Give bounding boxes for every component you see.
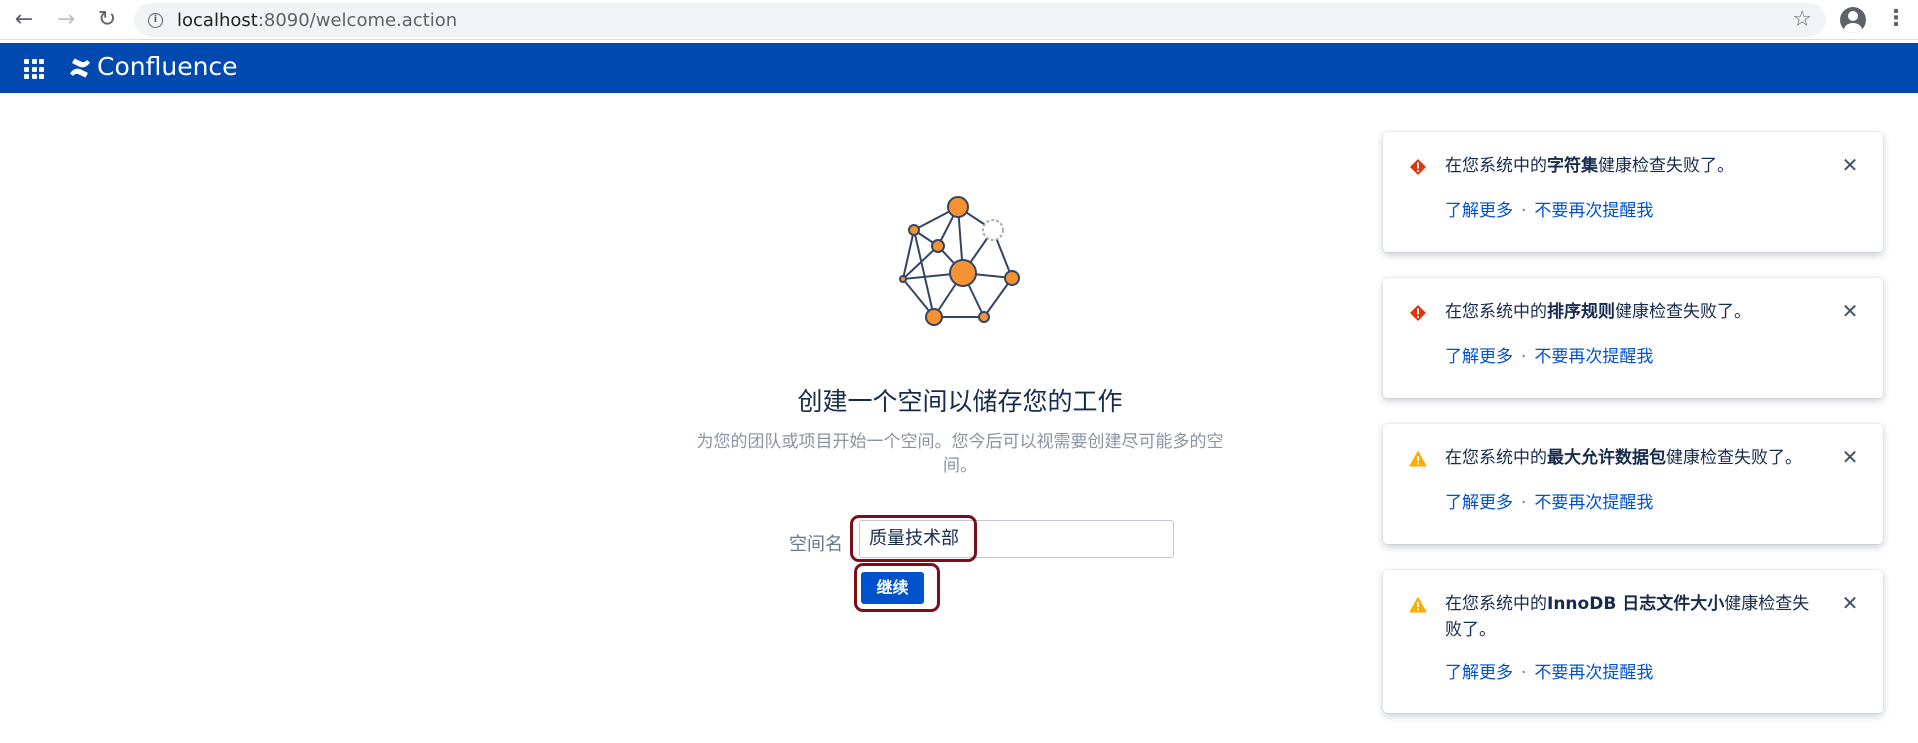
separator: · <box>1521 201 1527 221</box>
flag-message: 在您系统中的InnoDB 日志文件大小健康检查失败了。 <box>1445 594 1810 640</box>
close-icon[interactable]: ✕ <box>1839 446 1861 468</box>
app-title[interactable]: Confluence <box>97 52 238 81</box>
app-switcher-icon[interactable] <box>24 59 44 79</box>
confluence-logo-icon <box>70 58 90 78</box>
space-name-input[interactable]: 质量技术部 <box>859 520 1174 558</box>
dont-remind-link[interactable]: 不要再次提醒我 <box>1534 347 1653 367</box>
close-icon[interactable]: ✕ <box>1839 154 1861 176</box>
learn-more-link[interactable]: 了解更多 <box>1445 201 1513 221</box>
space-name-label: 空间名 <box>789 534 843 555</box>
health-check-flag: 在您系统中的InnoDB 日志文件大小健康检查失败了。 了解更多 · 不要再次提醒我… <box>1383 570 1883 713</box>
flag-actions: 了解更多 · 不要再次提醒我 <box>1445 342 1653 367</box>
dont-remind-link[interactable]: 不要再次提醒我 <box>1534 493 1653 513</box>
warning-icon <box>1409 597 1427 613</box>
flag-actions: 了解更多 · 不要再次提醒我 <box>1445 488 1653 513</box>
more-menu-icon[interactable]: ⋮ <box>1885 6 1907 34</box>
separator: · <box>1521 347 1527 367</box>
error-icon <box>1410 305 1426 321</box>
app-header: Confluence <box>0 43 1918 93</box>
flag-actions: 了解更多 · 不要再次提醒我 <box>1445 658 1653 683</box>
separator: · <box>1521 493 1527 513</box>
separator: · <box>1521 663 1527 683</box>
page-subtitle: 为您的团队或项目开始一个空间。您今后可以视需要创建尽可能多的空间。 <box>696 432 1224 476</box>
url-text[interactable]: localhost:8090/welcome.action <box>177 10 457 31</box>
flag-actions: 了解更多 · 不要再次提醒我 <box>1445 196 1653 221</box>
health-check-flag: 在您系统中的最大允许数据包健康检查失败了。 了解更多 · 不要再次提醒我 ✕ <box>1383 424 1883 544</box>
reload-icon[interactable]: ↻ <box>93 6 121 34</box>
star-icon[interactable]: ☆ <box>1792 7 1812 32</box>
learn-more-link[interactable]: 了解更多 <box>1445 347 1513 367</box>
close-icon[interactable]: ✕ <box>1839 300 1861 322</box>
browser-toolbar: ← → ↻ i localhost:8090/welcome.action ☆ … <box>0 0 1918 40</box>
address-bar[interactable]: i localhost:8090/welcome.action ☆ <box>134 3 1826 37</box>
close-icon[interactable]: ✕ <box>1839 592 1861 614</box>
back-arrow-icon[interactable]: ← <box>10 6 38 34</box>
warning-icon <box>1409 451 1427 467</box>
flag-message: 在您系统中的排序规则健康检查失败了。 <box>1445 302 1751 322</box>
learn-more-link[interactable]: 了解更多 <box>1445 663 1513 683</box>
url-path: :8090/welcome.action <box>257 10 458 31</box>
forward-arrow-icon[interactable]: → <box>52 6 80 34</box>
profile-icon[interactable] <box>1840 7 1866 33</box>
url-host: localhost <box>177 10 258 31</box>
page-title: 创建一个空间以储存您的工作 <box>797 387 1123 416</box>
dont-remind-link[interactable]: 不要再次提醒我 <box>1534 201 1653 221</box>
health-check-flag: 在您系统中的排序规则健康检查失败了。 了解更多 · 不要再次提醒我 ✕ <box>1383 278 1883 398</box>
info-icon[interactable]: i <box>148 13 163 28</box>
network-illustration <box>899 196 1020 326</box>
flag-message: 在您系统中的字符集健康检查失败了。 <box>1445 156 1734 176</box>
error-icon <box>1410 159 1426 175</box>
learn-more-link[interactable]: 了解更多 <box>1445 493 1513 513</box>
dont-remind-link[interactable]: 不要再次提醒我 <box>1534 663 1653 683</box>
health-check-flag: 在您系统中的字符集健康检查失败了。 了解更多 · 不要再次提醒我 ✕ <box>1383 132 1883 252</box>
flag-message: 在您系统中的最大允许数据包健康检查失败了。 <box>1445 448 1802 468</box>
continue-button[interactable]: 继续 <box>861 572 924 604</box>
